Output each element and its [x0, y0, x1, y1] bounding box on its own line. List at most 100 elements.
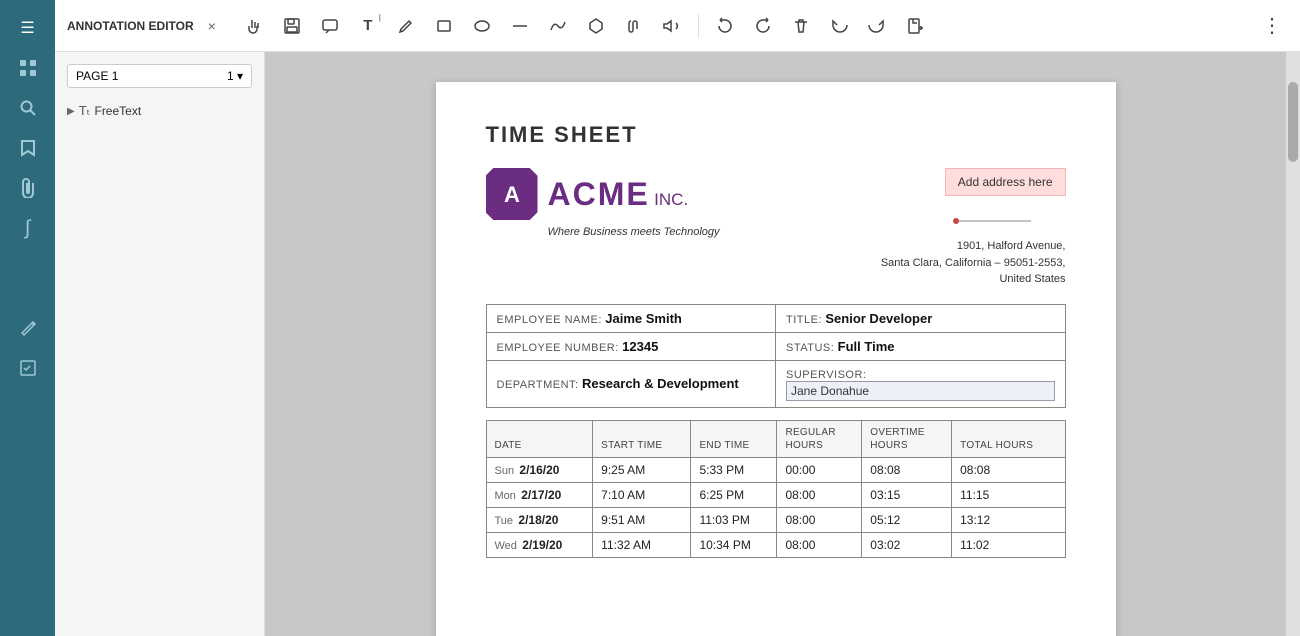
- pen-tool-button[interactable]: [390, 10, 422, 42]
- comment-button[interactable]: [314, 10, 346, 42]
- employee-number-cell: EMPLOYEE NUMBER: 12345: [486, 332, 776, 360]
- draw-icon[interactable]: [10, 310, 46, 346]
- company-tagline: Where Business meets Technology: [548, 226, 720, 238]
- end-time-cell: 11:03 PM: [691, 507, 777, 532]
- page-number: 1 ▾: [227, 69, 243, 83]
- attach-icon[interactable]: [10, 170, 46, 206]
- info-row-3: DEPARTMENT: Research & Development SUPER…: [486, 360, 1065, 407]
- employee-number-label: EMPLOYEE NUMBER:: [497, 342, 619, 354]
- total-hours-cell: 11:02: [952, 532, 1065, 557]
- total-hours-cell: 08:08: [952, 457, 1065, 482]
- overtime-hours-cell: 08:08: [862, 457, 952, 482]
- address-placeholder-box: Add address here: [945, 168, 1066, 196]
- company-header: A ACME INC. Where Business meets Technol…: [486, 168, 1066, 288]
- document-area: TIME SHEET A ACME: [265, 52, 1286, 636]
- status-value: Full Time: [838, 339, 895, 354]
- scrollbar-thumb[interactable]: [1288, 82, 1298, 162]
- save-button[interactable]: [276, 10, 308, 42]
- bookmark-icon[interactable]: [10, 130, 46, 166]
- time-table-header-row: DATE START TIME END TIME REGULARHOURS OV…: [486, 420, 1065, 457]
- undo-button[interactable]: [823, 10, 855, 42]
- table-row: Mon 2/17/20 7:10 AM 6:25 PM 08:00 03:15 …: [486, 482, 1065, 507]
- redo-forward-button[interactable]: [747, 10, 779, 42]
- total-hours-cell: 11:15: [952, 482, 1065, 507]
- status-label: STATUS:: [786, 342, 834, 354]
- delete-button[interactable]: [785, 10, 817, 42]
- date-header: DATE: [486, 420, 593, 457]
- overtime-hours-cell: 03:02: [862, 532, 952, 557]
- total-hours-header: TOTAL HOURS: [952, 420, 1065, 457]
- tree-item-freetext[interactable]: ▶ Tₜ FreeText: [67, 100, 252, 122]
- department-cell: DEPARTMENT: Research & Development: [486, 360, 776, 407]
- curve-tool-button[interactable]: [542, 10, 574, 42]
- start-time-cell: 9:25 AM: [593, 457, 691, 482]
- employee-info-table: EMPLOYEE NAME: Jaime Smith TITLE: Senior…: [486, 304, 1066, 408]
- sidebar: ☰ ∫: [0, 0, 55, 636]
- address-arrow-svg: [946, 216, 1066, 236]
- end-time-header: END TIME: [691, 420, 777, 457]
- search-icon[interactable]: [10, 90, 46, 126]
- employee-name-cell: EMPLOYEE NAME: Jaime Smith: [486, 304, 776, 332]
- redo-button[interactable]: [861, 10, 893, 42]
- regular-hours-header: REGULARHOURS: [777, 420, 862, 457]
- page-label: PAGE 1: [76, 69, 118, 83]
- add-page-button[interactable]: [899, 10, 931, 42]
- svg-text:A: A: [504, 182, 520, 207]
- table-row: Tue 2/18/20 9:51 AM 11:03 PM 08:00 05:12…: [486, 507, 1065, 532]
- department-label: DEPARTMENT:: [497, 379, 579, 391]
- grid-icon[interactable]: [10, 50, 46, 86]
- address-area: Add address here 1901, Halford Avenue, S…: [881, 168, 1066, 288]
- close-button[interactable]: ×: [208, 18, 216, 34]
- start-time-cell: 11:32 AM: [593, 532, 691, 557]
- company-logo-icon: A: [486, 168, 538, 220]
- toolbar: ANNOTATION EDITOR × T |: [55, 0, 1300, 52]
- text-tool-button[interactable]: T |: [352, 10, 384, 42]
- supervisor-label: SUPERVISOR:: [786, 369, 867, 381]
- department-value: Research & Development: [582, 376, 739, 391]
- date-cell: Mon 2/17/20: [486, 482, 593, 507]
- supervisor-input[interactable]: [786, 381, 1055, 401]
- title-cell: TITLE: Senior Developer: [776, 304, 1066, 332]
- page-selector[interactable]: PAGE 1 1 ▾: [67, 64, 252, 88]
- time-table: DATE START TIME END TIME REGULARHOURS OV…: [486, 420, 1066, 558]
- content-area: PAGE 1 1 ▾ ▶ Tₜ FreeText TIME SHEET: [55, 52, 1300, 636]
- document-title: TIME SHEET: [486, 122, 1066, 148]
- rectangle-tool-button[interactable]: [428, 10, 460, 42]
- overtime-hours-header: OVERTIMEHOURS: [862, 420, 952, 457]
- audio-tool-button[interactable]: [656, 10, 688, 42]
- more-options-button[interactable]: ⋮: [1256, 10, 1288, 42]
- start-time-cell: 7:10 AM: [593, 482, 691, 507]
- date-cell: Tue 2/18/20: [486, 507, 593, 532]
- hand-tool-button[interactable]: [238, 10, 270, 42]
- end-time-cell: 10:34 PM: [691, 532, 777, 557]
- address-text: 1901, Halford Avenue, Santa Clara, Calif…: [881, 238, 1066, 288]
- document-page: TIME SHEET A ACME: [436, 82, 1116, 636]
- company-suffix: INC.: [654, 190, 688, 209]
- polygon-tool-button[interactable]: [580, 10, 612, 42]
- company-name: ACME: [548, 176, 650, 212]
- regular-hours-cell: 00:00: [777, 457, 862, 482]
- edit-icon[interactable]: [10, 350, 46, 386]
- logo-box: A ACME INC.: [486, 168, 720, 220]
- ellipse-tool-button[interactable]: [466, 10, 498, 42]
- date-cell: Sun 2/16/20: [486, 457, 593, 482]
- line-tool-button[interactable]: [504, 10, 536, 42]
- info-row-1: EMPLOYEE NAME: Jaime Smith TITLE: Senior…: [486, 304, 1065, 332]
- left-panel: PAGE 1 1 ▾ ▶ Tₜ FreeText: [55, 52, 265, 636]
- undo-back-button[interactable]: [709, 10, 741, 42]
- date-cell: Wed 2/19/20: [486, 532, 593, 557]
- app-title: ANNOTATION EDITOR: [67, 19, 194, 33]
- info-row-2: EMPLOYEE NUMBER: 12345 STATUS: Full Time: [486, 332, 1065, 360]
- menu-icon[interactable]: ☰: [10, 10, 46, 46]
- tree-arrow-icon: ▶: [67, 106, 75, 117]
- logo-area: A ACME INC. Where Business meets Technol…: [486, 168, 720, 238]
- clip-tool-button[interactable]: [618, 10, 650, 42]
- status-cell: STATUS: Full Time: [776, 332, 1066, 360]
- scrollbar[interactable]: [1286, 52, 1300, 636]
- main-container: ANNOTATION EDITOR × T |: [55, 0, 1300, 636]
- signature-icon[interactable]: ∫: [10, 210, 46, 246]
- end-time-cell: 6:25 PM: [691, 482, 777, 507]
- title-value: Senior Developer: [825, 311, 932, 326]
- table-row: Sun 2/16/20 9:25 AM 5:33 PM 00:00 08:08 …: [486, 457, 1065, 482]
- overtime-hours-cell: 03:15: [862, 482, 952, 507]
